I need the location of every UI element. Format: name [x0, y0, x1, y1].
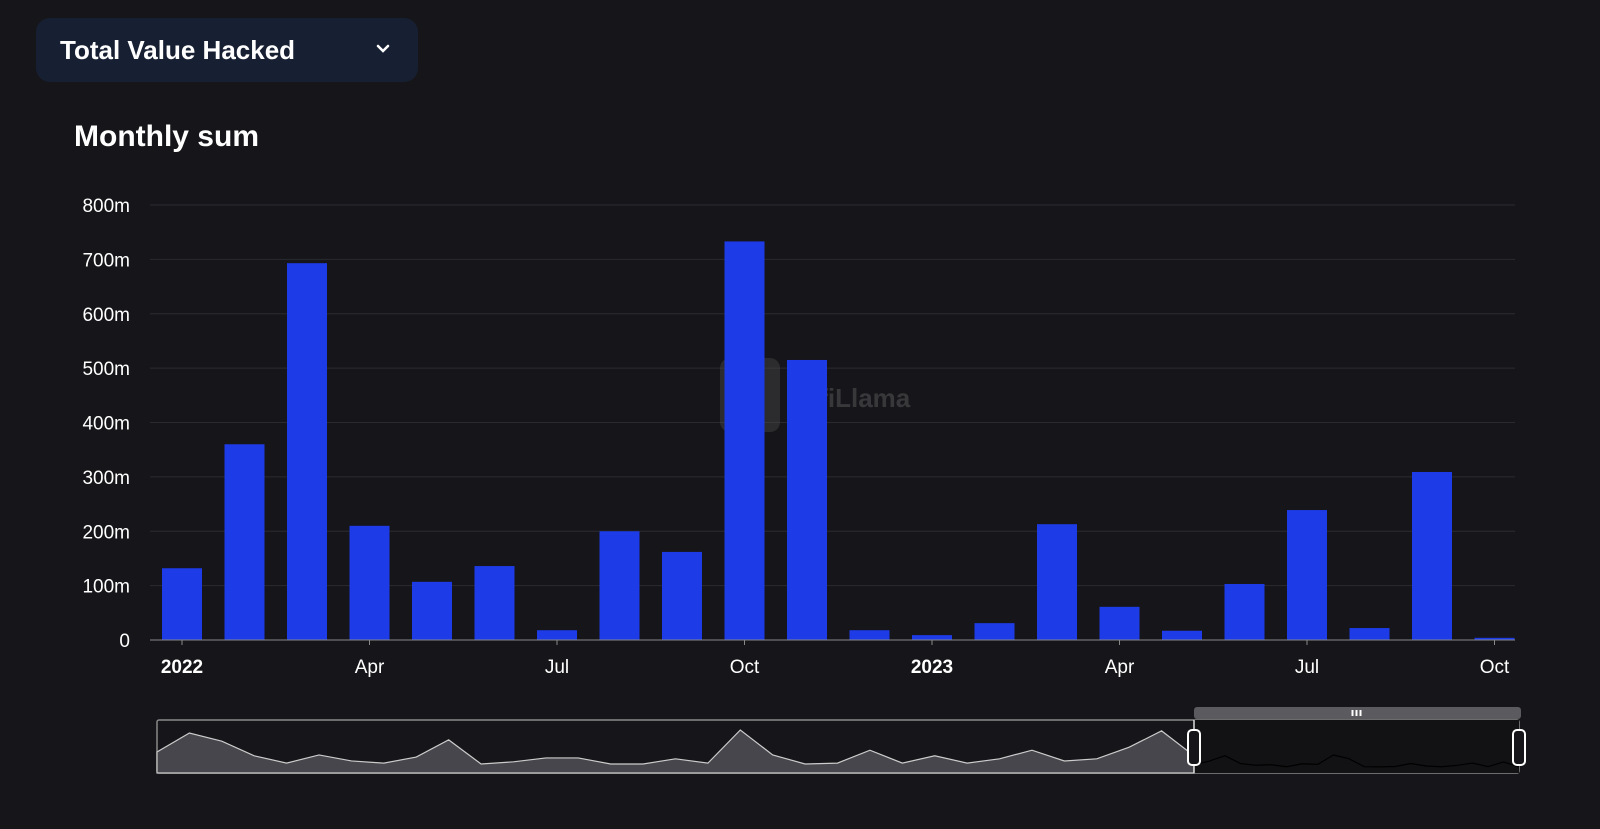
- bar: [974, 623, 1015, 640]
- bar-chart: 0100m200m300m400m500m600m700m800mDefiLla…: [82, 196, 1526, 774]
- y-tick-label: 100m: [82, 577, 130, 598]
- bar: [224, 444, 265, 640]
- x-tick-label: 2022: [161, 657, 203, 678]
- bar: [1037, 524, 1077, 640]
- brush-handle[interactable]: [1512, 729, 1526, 766]
- y-tick-label: 0: [119, 631, 130, 652]
- bar: [474, 566, 515, 640]
- y-tick-label: 300m: [82, 468, 130, 489]
- x-tick-label: Oct: [730, 657, 760, 678]
- bar: [287, 263, 327, 640]
- brush-grip-icon: [1351, 710, 1354, 716]
- y-tick-label: 600m: [82, 305, 130, 326]
- brush-handle[interactable]: [1187, 729, 1201, 766]
- bar: [1412, 471, 1452, 640]
- bar: [412, 581, 452, 640]
- x-tick-label: Jul: [545, 657, 569, 678]
- y-tick-label: 800m: [82, 196, 130, 217]
- bar: [1287, 510, 1327, 640]
- y-tick-label: 500m: [82, 359, 130, 380]
- bar: [349, 525, 390, 640]
- brush-grip-icon: [1355, 710, 1358, 716]
- brush-selection: [1194, 720, 1519, 773]
- y-tick-label: 700m: [82, 250, 130, 271]
- x-tick-label: Oct: [1480, 657, 1510, 678]
- bar: [1099, 606, 1140, 640]
- bar: [1224, 583, 1265, 640]
- x-tick-label: Jul: [1295, 657, 1319, 678]
- x-tick-label: Apr: [1105, 657, 1135, 678]
- x-tick-label: 2023: [911, 657, 953, 678]
- bar: [1162, 630, 1202, 640]
- bar: [1349, 628, 1390, 640]
- bar: [162, 568, 202, 640]
- y-tick-label: 400m: [82, 414, 130, 435]
- bar: [599, 531, 640, 640]
- bar: [537, 630, 577, 640]
- bar: [724, 241, 765, 640]
- bar: [787, 359, 827, 640]
- x-tick-label: Apr: [355, 657, 385, 678]
- y-tick-label: 200m: [82, 522, 130, 543]
- overview-area: [156, 729, 1195, 774]
- bar: [849, 630, 890, 640]
- bar: [662, 551, 702, 640]
- brush-grip-icon: [1359, 710, 1362, 716]
- bar: [912, 635, 952, 640]
